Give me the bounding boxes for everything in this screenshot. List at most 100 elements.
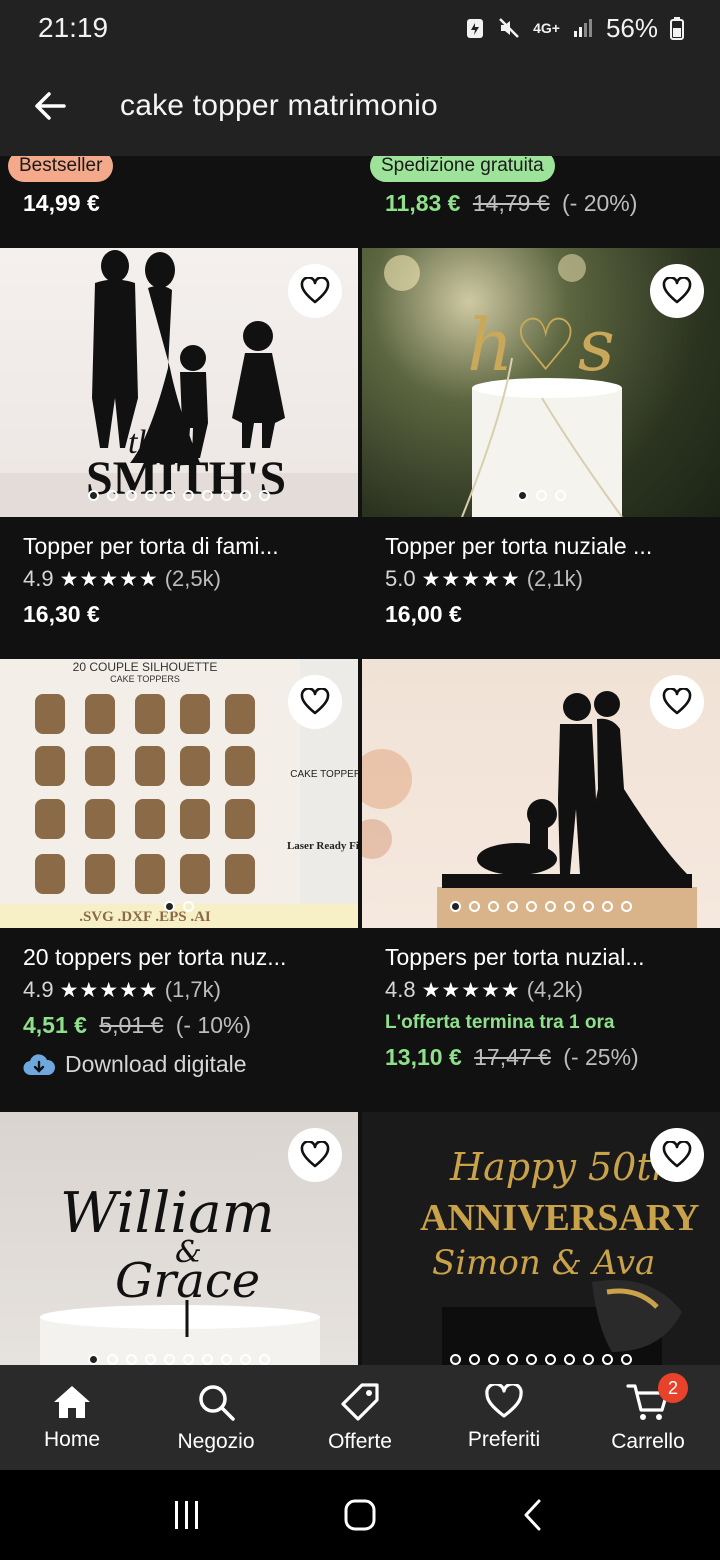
nav-deals[interactable]: Offerte <box>288 1365 432 1470</box>
image-carousel-dots[interactable] <box>362 490 720 501</box>
product-rating: 4.8 ★★★★★ (4,2k) <box>385 977 720 1003</box>
carousel-dot[interactable] <box>107 490 118 501</box>
carousel-dot[interactable] <box>621 1354 632 1365</box>
favorite-button[interactable] <box>288 675 342 729</box>
product-image[interactable] <box>362 659 720 928</box>
carousel-dot[interactable] <box>507 901 518 912</box>
partial-card-right[interactable]: Spedizione gratuita 11,83 € 14,79 € (- 2… <box>362 156 720 248</box>
rating-value: 4.8 <box>385 977 416 1002</box>
data-saver-icon <box>465 16 485 40</box>
product-image[interactable]: 20 COUPLE SILHOUETTE CAKE TOPPERS CAKE T… <box>0 659 358 928</box>
carousel-dot[interactable] <box>554 490 566 501</box>
nav-cart[interactable]: Carrello 2 <box>576 1365 720 1470</box>
topper-letters: h♡s <box>467 303 615 387</box>
carousel-dot[interactable] <box>202 1354 213 1365</box>
carousel-dot[interactable] <box>583 1354 594 1365</box>
carousel-dot[interactable] <box>526 1354 537 1365</box>
back-system-button[interactable] <box>503 1485 563 1545</box>
carousel-dot[interactable] <box>516 490 528 501</box>
carousel-dot[interactable] <box>221 490 232 501</box>
image-carousel-dots[interactable] <box>362 901 720 912</box>
tag-icon <box>341 1382 379 1421</box>
image-carousel-dots[interactable] <box>0 901 358 912</box>
carousel-dot[interactable] <box>545 901 556 912</box>
review-count: (2,1k) <box>526 566 583 591</box>
carousel-dot[interactable] <box>88 490 99 501</box>
carousel-dot[interactable] <box>450 1354 461 1365</box>
product-price: 16,00 € <box>385 601 462 627</box>
favorite-button[interactable] <box>288 1128 342 1182</box>
carousel-dot[interactable] <box>88 1354 99 1365</box>
carousel-dot[interactable] <box>469 1354 480 1365</box>
search-results[interactable]: Bestseller 14,99 € Spedizione gratuita 1… <box>0 156 720 1365</box>
carousel-dot[interactable] <box>259 1354 270 1365</box>
home-system-button[interactable] <box>330 1485 390 1545</box>
carousel-dot[interactable] <box>221 1354 232 1365</box>
carousel-dot[interactable] <box>583 901 594 912</box>
carousel-dot[interactable] <box>145 490 156 501</box>
back-button[interactable] <box>0 56 100 156</box>
product-rating: 4.9 ★★★★★ (2,5k) <box>23 566 358 592</box>
carousel-dot[interactable] <box>126 490 137 501</box>
carousel-dot[interactable] <box>240 490 251 501</box>
nav-favorites[interactable]: Preferiti <box>432 1365 576 1470</box>
product-image[interactable]: William & Grace <box>0 1112 358 1365</box>
carousel-dot[interactable] <box>602 901 613 912</box>
search-query[interactable]: cake topper matrimonio <box>120 89 438 123</box>
image-carousel-dots[interactable] <box>362 1354 720 1365</box>
carousel-dot[interactable] <box>621 901 632 912</box>
heart-icon <box>300 277 330 304</box>
carousel-dot[interactable] <box>183 490 194 501</box>
carousel-dot[interactable] <box>535 490 547 501</box>
product-card[interactable]: William & Grace <box>0 1112 358 1365</box>
nav-label: Negozio <box>177 1429 255 1453</box>
carousel-dot[interactable] <box>164 1354 175 1365</box>
carousel-dot[interactable] <box>602 1354 613 1365</box>
carousel-dot[interactable] <box>526 901 537 912</box>
image-carousel-dots[interactable] <box>0 1354 358 1365</box>
product-card[interactable]: the SMITH'S Topper per torta di fami... … <box>0 248 358 640</box>
network-4g-icon: 4G+ <box>533 20 560 36</box>
carousel-dot[interactable] <box>183 1354 194 1365</box>
carousel-dot[interactable] <box>259 490 270 501</box>
carousel-dot[interactable] <box>450 901 461 912</box>
carousel-dot[interactable] <box>202 490 213 501</box>
carousel-dot[interactable] <box>126 1354 137 1365</box>
cloud-download-icon <box>23 1053 55 1075</box>
carousel-dot[interactable] <box>469 901 480 912</box>
carousel-dot[interactable] <box>564 901 575 912</box>
carousel-dot[interactable] <box>545 1354 556 1365</box>
product-image[interactable]: the SMITH'S <box>0 248 358 517</box>
favorite-button[interactable] <box>650 1128 704 1182</box>
carousel-dot[interactable] <box>507 1354 518 1365</box>
product-card[interactable]: Toppers per torta nuzial... 4.8 ★★★★★ (4,2… <box>362 659 720 1083</box>
product-title: Topper per torta nuziale ... <box>385 533 653 559</box>
carousel-dot[interactable] <box>145 1354 156 1365</box>
product-image[interactable]: Happy 50th ANNIVERSARY Simon & Ava <box>362 1112 720 1365</box>
carousel-dot[interactable] <box>107 1354 118 1365</box>
nav-shop[interactable]: Negozio <box>144 1365 288 1470</box>
product-discount: (- 25%) <box>563 1044 639 1070</box>
favorite-button[interactable] <box>650 675 704 729</box>
carousel-dot[interactable] <box>240 1354 251 1365</box>
image-carousel-dots[interactable] <box>0 490 358 501</box>
carousel-dot[interactable] <box>164 490 175 501</box>
product-card[interactable]: Happy 50th ANNIVERSARY Simon & Ava <box>362 1112 720 1365</box>
svg-text:William: William <box>60 1181 275 1246</box>
nav-home[interactable]: Home <box>0 1365 144 1470</box>
partial-card-left[interactable]: Bestseller 14,99 € <box>0 156 358 248</box>
carousel-dot[interactable] <box>488 901 499 912</box>
review-count: (2,5k) <box>164 566 221 591</box>
product-image[interactable]: h♡s <box>362 248 720 517</box>
svg-text:Simon & Ava: Simon & Ava <box>432 1243 655 1283</box>
carousel-dot[interactable] <box>488 1354 499 1365</box>
carousel-dot[interactable] <box>564 1354 575 1365</box>
product-title: Toppers per torta nuzial... <box>385 944 645 970</box>
product-card[interactable]: h♡s Topper per torta nuziale ... 5.0 ★★★★… <box>362 248 720 640</box>
product-card[interactable]: 20 COUPLE SILHOUETTE CAKE TOPPERS CAKE T… <box>0 659 358 1078</box>
recent-apps-button[interactable] <box>157 1485 217 1545</box>
favorite-button[interactable] <box>288 264 342 318</box>
favorite-button[interactable] <box>650 264 704 318</box>
carousel-dot[interactable] <box>164 901 175 912</box>
carousel-dot[interactable] <box>183 901 194 912</box>
